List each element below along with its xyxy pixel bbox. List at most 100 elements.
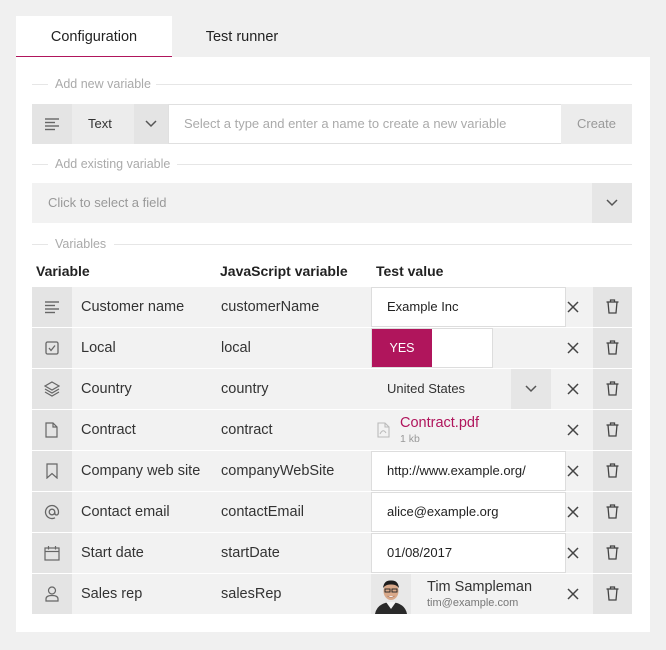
row-type-icon-cell — [32, 574, 72, 614]
clear-button[interactable] — [554, 451, 592, 491]
checkbox-icon — [45, 341, 59, 355]
trash-icon — [606, 299, 619, 314]
table-row: Customer name customerName Example Inc — [32, 287, 632, 327]
delete-button[interactable] — [593, 369, 632, 409]
configuration-panel: Add new variable Text Select a type and … — [16, 57, 650, 632]
trash-icon — [606, 463, 619, 478]
field-select-placeholder: Click to select a field — [48, 195, 167, 210]
variables-heading: Variables — [32, 236, 632, 252]
row-type-icon-cell — [32, 328, 72, 368]
field-select-toggle[interactable] — [592, 183, 632, 223]
table-row: Country country United States — [32, 369, 632, 409]
delete-button[interactable] — [593, 328, 632, 368]
trash-icon — [606, 381, 619, 396]
row-type-icon-cell — [32, 451, 72, 491]
clear-button[interactable] — [554, 287, 592, 327]
clear-button[interactable] — [554, 328, 592, 368]
test-value-input[interactable]: Example Inc — [371, 287, 566, 327]
table-row: Sales rep salesRep Tim Sampleman tim@exa… — [32, 574, 632, 614]
tab-test-runner[interactable]: Test runner — [172, 16, 312, 56]
table-row: Local local YES — [32, 328, 632, 368]
delete-button[interactable] — [593, 410, 632, 450]
field-select[interactable]: Click to select a field — [32, 183, 632, 223]
type-select-toggle[interactable] — [134, 104, 168, 144]
layers-icon — [44, 381, 60, 397]
javascript-variable: country — [221, 381, 269, 397]
test-value-input[interactable]: alice@example.org — [371, 492, 566, 532]
type-icon-box — [32, 104, 72, 144]
table-row: Company web site companyWebSite http://w… — [32, 451, 632, 491]
file-icon — [45, 422, 58, 438]
file-attachment[interactable]: Contract.pdf 1 kb — [377, 410, 547, 450]
bookmark-icon — [46, 463, 58, 479]
close-icon — [567, 383, 579, 395]
javascript-variable: salesRep — [221, 586, 282, 602]
clear-button[interactable] — [554, 410, 592, 450]
row-type-icon-cell — [32, 533, 72, 573]
delete-button[interactable] — [593, 533, 632, 573]
variables-table-header: Variable JavaScript variable Test value — [32, 259, 632, 283]
header-test-value: Test value — [376, 263, 444, 279]
person-name: Tim Sampleman — [427, 579, 533, 595]
type-select[interactable]: Text — [72, 104, 168, 144]
add-new-variable-row: Text Select a type and enter a name to c… — [32, 104, 632, 144]
country-select-toggle[interactable] — [511, 369, 551, 409]
person-email: tim@example.com — [427, 597, 519, 609]
table-row: Contract contract Contract.pdf 1 kb — [32, 410, 632, 450]
trash-icon — [606, 586, 619, 601]
clear-button[interactable] — [554, 492, 592, 532]
date-input[interactable]: 01/08/2017 — [371, 533, 566, 573]
delete-button[interactable] — [593, 287, 632, 327]
file-name-link[interactable]: Contract.pdf — [400, 415, 479, 431]
variable-name: Country — [81, 381, 132, 397]
trash-icon — [606, 422, 619, 437]
clear-button[interactable] — [554, 533, 592, 573]
text-lines-icon — [45, 118, 59, 131]
delete-button[interactable] — [593, 451, 632, 491]
at-icon — [44, 504, 60, 520]
trash-icon — [606, 340, 619, 355]
row-type-icon-cell — [32, 410, 72, 450]
clear-button[interactable] — [554, 369, 592, 409]
delete-button[interactable] — [593, 574, 632, 614]
toggle-yes-label[interactable]: YES — [372, 329, 432, 367]
country-select[interactable]: United States — [371, 369, 551, 409]
avatar — [371, 574, 411, 614]
header-javascript-variable: JavaScript variable — [220, 263, 348, 279]
close-icon — [567, 588, 579, 600]
person-picker[interactable]: Tim Sampleman tim@example.com — [371, 574, 551, 614]
trash-icon — [606, 504, 619, 519]
javascript-variable: contactEmail — [221, 504, 305, 520]
test-value-input[interactable]: http://www.example.org/ — [371, 451, 566, 491]
variable-name: Sales rep — [81, 586, 143, 602]
calendar-icon — [44, 546, 60, 561]
javascript-variable: customerName — [221, 299, 320, 315]
text-lines-icon — [45, 301, 59, 314]
variable-name-input[interactable]: Select a type and enter a name to create… — [168, 104, 577, 144]
javascript-variable: startDate — [221, 545, 280, 561]
close-icon — [567, 342, 579, 354]
tab-bar: Configuration Test runner — [16, 16, 650, 57]
yes-no-toggle[interactable]: YES — [371, 328, 493, 368]
variable-name: Company web site — [81, 463, 201, 479]
javascript-variable: companyWebSite — [221, 463, 335, 479]
trash-icon — [606, 545, 619, 560]
variable-name: Contact email — [81, 504, 170, 520]
add-new-variable-heading: Add new variable — [32, 76, 632, 92]
delete-button[interactable] — [593, 492, 632, 532]
create-button[interactable]: Create — [561, 104, 632, 144]
add-existing-variable-heading: Add existing variable — [32, 156, 632, 172]
variable-name: Start date — [81, 545, 144, 561]
avatar-photo — [371, 574, 411, 614]
chevron-down-icon — [525, 385, 537, 393]
add-new-variable-title: Add new variable — [55, 76, 157, 92]
chevron-down-icon — [145, 120, 157, 128]
tab-configuration[interactable]: Configuration — [16, 16, 172, 57]
close-icon — [567, 465, 579, 477]
chevron-down-icon — [606, 199, 618, 207]
row-type-icon-cell — [32, 287, 72, 327]
person-icon — [45, 586, 59, 602]
clear-button[interactable] — [554, 574, 592, 614]
type-select-value: Text — [88, 116, 112, 131]
table-row: Contact email contactEmail alice@example… — [32, 492, 632, 532]
